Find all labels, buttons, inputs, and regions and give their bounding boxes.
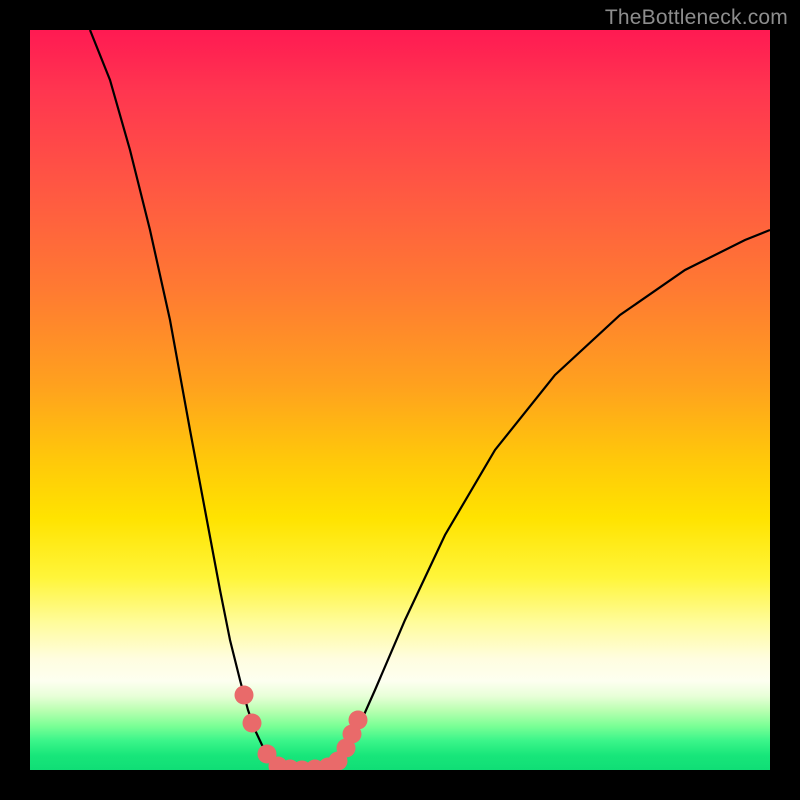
chart-svg <box>30 30 770 770</box>
data-marker <box>243 714 262 733</box>
watermark-text: TheBottleneck.com <box>605 6 788 30</box>
chart-plot-area <box>30 30 770 770</box>
data-marker <box>349 711 368 730</box>
chart-frame: TheBottleneck.com <box>0 0 800 800</box>
curve-group <box>90 30 770 770</box>
data-marker <box>235 686 254 705</box>
bottleneck-curve <box>90 30 770 770</box>
marker-group <box>235 686 368 771</box>
